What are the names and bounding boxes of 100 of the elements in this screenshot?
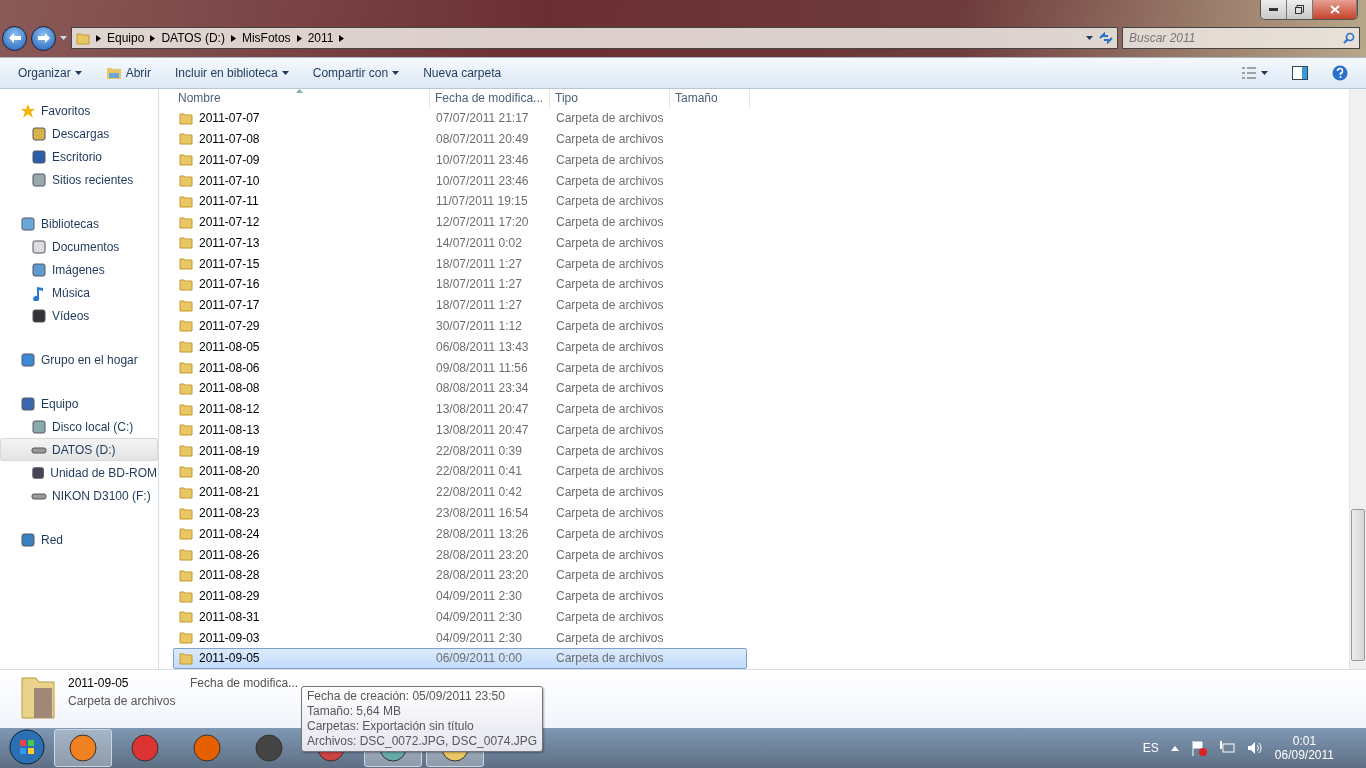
column-header[interactable]: Tamaño <box>670 89 750 108</box>
nav-item[interactable]: Escritorio <box>0 145 158 168</box>
nav-item[interactable]: NIKON D3100 (F:) <box>0 484 158 507</box>
nav-item[interactable]: Disco local (C:) <box>0 415 158 438</box>
file-row[interactable]: 2011-08-24 28/08/2011 13:26 Carpeta de archivos <box>173 523 747 545</box>
file-row[interactable]: 2011-08-29 04/09/2011 2:30 Carpeta de archivos <box>173 585 747 607</box>
type-cell-text: Carpeta de archivos <box>555 630 665 645</box>
file-row[interactable]: 2011-08-06 09/08/2011 11:56 Carpeta de archivos <box>173 357 747 378</box>
file-row[interactable]: 2011-07-13 14/07/2011 0:02 Carpeta de archivos <box>173 232 747 254</box>
file-row[interactable]: 2011-07-29 30/07/2011 1:12 Carpeta de archivos <box>173 315 747 337</box>
file-row[interactable]: 2011-08-05 06/08/2011 13:43 Carpeta de archivos <box>173 336 747 358</box>
tooltip-line: Fecha de creación: 05/09/2011 23:50 <box>307 689 506 704</box>
flag-icon[interactable] <box>1190 740 1207 756</box>
toolbar-button[interactable]: Incluir en biblioteca <box>165 62 299 84</box>
help-icon <box>1332 65 1348 81</box>
file-name-cell: 2011-08-28 <box>174 568 431 583</box>
nav-item[interactable]: Unidad de BD-ROM <box>0 461 158 484</box>
nav-item[interactable]: DATOS (D:) <box>0 438 158 461</box>
language-indicator[interactable]: ES <box>1142 741 1159 755</box>
nav-item[interactable]: Vídeos <box>0 304 158 327</box>
file-row[interactable]: 2011-09-05 06/09/2011 0:00 Carpeta de archivos <box>173 648 747 669</box>
file-row[interactable]: 2011-08-13 13/08/2011 20:47 Carpeta de archivos <box>173 419 747 441</box>
file-name-cell: 2011-07-08 <box>174 131 431 146</box>
toolbar-button[interactable]: Abrir <box>95 62 162 84</box>
type-cell-text: Carpeta de archivos <box>555 215 665 230</box>
toolbar-button[interactable]: Compartir con <box>302 62 410 84</box>
caret-icon <box>281 71 289 75</box>
breadcrumb[interactable]: MisFotos <box>241 31 291 45</box>
file-row[interactable]: 2011-08-31 04/09/2011 2:30 Carpeta de archivos <box>173 606 747 628</box>
back-button[interactable] <box>2 25 27 51</box>
date-cell-text: 22/08/2011 0:39 <box>435 443 523 458</box>
star-icon <box>20 102 36 119</box>
date-cell-text: 18/07/2011 1:27 <box>435 298 523 313</box>
file-row[interactable]: 2011-07-17 18/07/2011 1:27 Carpeta de archivos <box>173 294 747 316</box>
file-row[interactable]: 2011-07-11 11/07/2011 19:15 Carpeta de archivos <box>173 190 747 212</box>
breadcrumb[interactable]: DATOS (D:) <box>161 31 225 45</box>
address-bar[interactable]: Equipo DATOS (D:) MisFotos 2011 <box>71 27 1118 49</box>
nav-group[interactable]: Equipo <box>0 392 158 415</box>
nav-item[interactable]: Imágenes <box>0 258 158 281</box>
file-row[interactable]: 2011-07-15 18/07/2011 1:27 Carpeta de archivos <box>173 253 747 275</box>
file-row[interactable]: 2011-07-09 10/07/2011 23:46 Carpeta de archivos <box>173 149 747 171</box>
file-row[interactable]: 2011-07-08 08/07/2011 20:49 Carpeta de archivos <box>173 128 747 150</box>
scrollbar[interactable] <box>1349 89 1366 669</box>
history-caret-icon[interactable] <box>60 36 67 40</box>
file-name-cell: 2011-09-05 <box>174 651 431 666</box>
column-header[interactable]: Tipo <box>550 89 670 108</box>
nav-item[interactable]: Documentos <box>0 235 158 258</box>
type-cell-text: Carpeta de archivos <box>555 319 665 333</box>
type-cell-text: Carpeta de archivos <box>555 360 665 375</box>
item-name: 2011-09-05 <box>68 676 130 690</box>
type-cell-text: Carpeta de archivos <box>555 443 665 458</box>
type-cell-text: Carpeta de archivos <box>555 402 665 417</box>
file-row[interactable]: 2011-08-26 28/08/2011 23:20 Carpeta de archivos <box>173 544 747 565</box>
file-row[interactable]: 2011-07-12 12/07/2011 17:20 Carpeta de archivos <box>173 211 747 233</box>
file-name-cell: 2011-08-31 <box>174 609 431 624</box>
taskbar-app[interactable] <box>54 729 112 767</box>
clock[interactable]: 0:01 06/09/2011 <box>1274 734 1334 762</box>
file-name-cell: 2011-08-19 <box>174 443 431 458</box>
file-row[interactable]: 2011-08-23 23/08/2011 16:54 Carpeta de archivos <box>173 502 747 524</box>
tooltip-line: Archivos: DSC_0072.JPG, DSC_0074.JPG <box>307 734 538 749</box>
file-row[interactable]: 2011-08-20 22/08/2011 0:41 Carpeta de archivos <box>173 461 747 482</box>
nav-group[interactable]: Bibliotecas <box>0 212 158 235</box>
refresh-icon[interactable] <box>1099 32 1113 44</box>
toolbar-button[interactable]: Nueva carpeta <box>413 62 512 84</box>
file-row[interactable]: 2011-08-28 28/08/2011 23:20 Carpeta de archivos <box>173 564 747 586</box>
date-cell-text: 11/07/2011 19:15 <box>435 194 529 209</box>
nav-group[interactable]: Favoritos <box>0 99 158 122</box>
column-header[interactable]: Fecha de modifica... <box>430 89 550 108</box>
close-button[interactable] <box>1313 0 1357 19</box>
up-arrow-icon[interactable] <box>1170 745 1179 751</box>
chevron-icon <box>296 34 302 42</box>
minimize-button[interactable] <box>1261 0 1287 19</box>
scroll-thumb[interactable] <box>1351 509 1365 661</box>
speaker-icon[interactable] <box>1246 740 1263 756</box>
type-cell-text: Carpeta de archivos <box>555 381 665 396</box>
caret-icon <box>1261 71 1268 75</box>
file-row[interactable]: 2011-07-16 18/07/2011 1:27 Carpeta de archivos <box>173 274 747 295</box>
file-row[interactable]: 2011-08-19 22/08/2011 0:39 Carpeta de archivos <box>173 440 747 462</box>
nav-group[interactable]: Grupo en el hogar <box>0 348 158 371</box>
file-row[interactable]: 2011-07-07 07/07/2011 21:17 Carpeta de archivos <box>173 107 747 129</box>
file-row[interactable]: 2011-09-03 04/09/2011 2:30 Carpeta de archivos <box>173 627 747 649</box>
restore-button[interactable] <box>1287 0 1313 19</box>
chevron-icon <box>150 34 156 42</box>
nav-group[interactable]: Red <box>0 528 158 551</box>
file-row[interactable]: 2011-08-21 22/08/2011 0:42 Carpeta de archivos <box>173 481 747 503</box>
date-cell-text: 10/07/2011 23:46 <box>435 152 530 167</box>
nav-item[interactable]: Sitios recientes <box>0 168 158 191</box>
forward-button[interactable] <box>31 25 56 51</box>
file-row[interactable]: 2011-08-08 08/08/2011 23:34 Carpeta de archivos <box>173 377 747 399</box>
nav-item[interactable]: Música <box>0 281 158 304</box>
search-field[interactable]: Buscar 2011 <box>1122 27 1360 49</box>
type-cell-text: Carpeta de archivos <box>555 589 665 604</box>
file-row[interactable]: 2011-08-12 13/08/2011 20:47 Carpeta de archivos <box>173 398 747 420</box>
breadcrumb[interactable]: Equipo <box>107 31 145 45</box>
nav-item[interactable]: Descargas <box>0 122 158 145</box>
open-folder-icon <box>105 66 122 80</box>
type-cell-text: Carpeta de archivos <box>555 422 665 437</box>
breadcrumb[interactable]: 2011 <box>307 31 334 45</box>
file-row[interactable]: 2011-07-10 10/07/2011 23:46 Carpeta de archivos <box>173 170 747 191</box>
toolbar-button[interactable]: Organizar <box>8 62 92 84</box>
